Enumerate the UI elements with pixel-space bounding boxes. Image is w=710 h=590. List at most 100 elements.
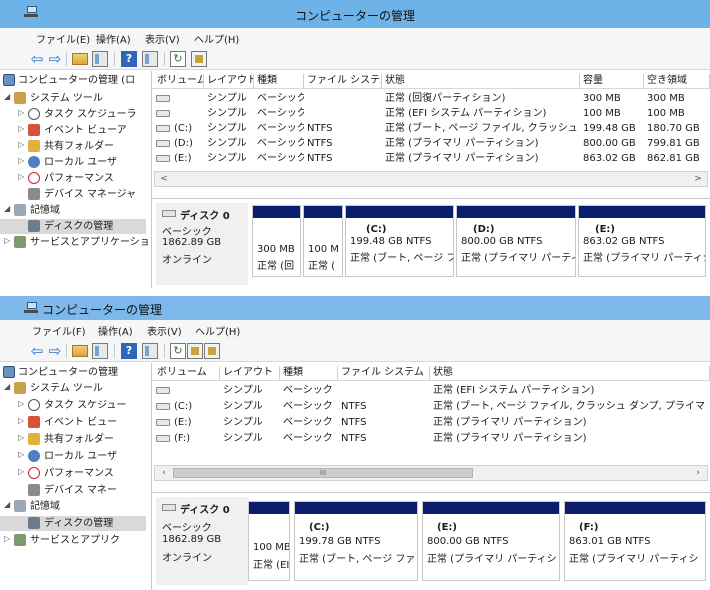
scroll-right-icon[interactable]: › xyxy=(691,466,705,480)
collapsed-arrow-icon[interactable]: ▷ xyxy=(4,236,12,245)
tree-item-storage[interactable]: ◢ 記憶域 xyxy=(0,499,151,514)
menu-view[interactable]: 表示(V) xyxy=(147,323,182,338)
partition-efi[interactable]: 100 MB 正常 (EI xyxy=(248,501,290,581)
tree-item-system-tools[interactable]: ◢ システム ツール xyxy=(0,91,151,106)
forward-arrow-icon[interactable]: ⇨ xyxy=(47,343,63,359)
scroll-right-icon[interactable]: > xyxy=(691,172,705,186)
partition-e[interactable]: (E:) 863.02 GB NTFS 正常 (プライマリ パーティシ xyxy=(578,205,706,277)
table-row[interactable]: シンプル ベーシック 正常 (回復パーティション) 300 MB 300 MB xyxy=(152,91,710,106)
tree-item-event-viewer[interactable]: ▷ イベント ビュー xyxy=(0,415,151,430)
settings-icon[interactable] xyxy=(204,343,220,359)
collapsed-arrow-icon[interactable]: ▷ xyxy=(18,124,26,133)
tree-item-task-scheduler[interactable]: ▷ タスク スケジューラ xyxy=(0,107,151,122)
column-header-volume[interactable]: ボリューム xyxy=(154,366,220,380)
column-header-volume[interactable]: ボリューム xyxy=(154,74,204,88)
expanded-arrow-icon[interactable]: ◢ xyxy=(4,204,12,213)
column-header-layout[interactable]: レイアウト xyxy=(204,74,254,88)
refresh-icon[interactable]: ↻ xyxy=(170,51,186,67)
up-folder-icon[interactable] xyxy=(72,53,88,65)
scroll-left-icon[interactable]: ‹ xyxy=(157,466,171,480)
back-arrow-icon[interactable]: ⇦ xyxy=(29,343,45,359)
partition-f[interactable]: (F:) 863.01 GB NTFS 正常 (プライマリ パーティシ xyxy=(564,501,706,581)
tree-item-services-apps[interactable]: ▷ サービスとアプリク xyxy=(0,533,151,548)
partition-e[interactable]: (E:) 800.00 GB NTFS 正常 (プライマリ パーティシ xyxy=(422,501,560,581)
expanded-arrow-icon[interactable]: ◢ xyxy=(4,500,12,509)
action-pane-icon[interactable] xyxy=(142,343,158,359)
forward-arrow-icon[interactable]: ⇨ xyxy=(47,51,63,67)
table-row[interactable]: (C:) シンプル ベーシック NTFS 正常 (ブート, ページ ファイル, … xyxy=(152,399,710,414)
action-pane-icon[interactable] xyxy=(142,51,158,67)
collapsed-arrow-icon[interactable]: ▷ xyxy=(18,433,26,442)
table-row[interactable]: シンプル ベーシック 正常 (EFI システム パーティション) 100 MB … xyxy=(152,106,710,121)
partition-c[interactable]: (C:) 199.48 GB NTFS 正常 (ブート, ページ フ xyxy=(345,205,454,277)
tree-item-event-viewer[interactable]: ▷ イベント ビューア xyxy=(0,123,151,138)
horizontal-scrollbar[interactable]: < > xyxy=(154,171,708,187)
back-arrow-icon[interactable]: ⇦ xyxy=(29,51,45,67)
menu-view[interactable]: 表示(V) xyxy=(145,31,180,46)
show-hide-tree-icon[interactable] xyxy=(92,51,108,67)
column-header-filesystem[interactable]: ファイル システム xyxy=(338,366,430,380)
tree-item-computer-management[interactable]: コンピューターの管理 (ロ xyxy=(0,73,151,88)
menu-file[interactable]: ファイル(F) xyxy=(32,323,86,338)
refresh-icon[interactable]: ↻ xyxy=(170,343,186,359)
partition-c[interactable]: (C:) 199.78 GB NTFS 正常 (ブート, ページ ファ xyxy=(294,501,418,581)
column-header-type[interactable]: 種類 xyxy=(280,366,338,380)
help-icon[interactable]: ? xyxy=(121,51,137,67)
show-hide-tree-icon[interactable] xyxy=(92,343,108,359)
collapsed-arrow-icon[interactable]: ▷ xyxy=(18,467,26,476)
collapsed-arrow-icon[interactable]: ▷ xyxy=(4,534,12,543)
menu-action[interactable]: 操作(A) xyxy=(96,31,131,46)
up-folder-icon[interactable] xyxy=(72,345,88,357)
properties-icon[interactable] xyxy=(191,51,207,67)
column-header-layout[interactable]: レイアウト xyxy=(220,366,280,380)
partition-recovery[interactable]: 300 MB 正常 (回 xyxy=(252,205,301,277)
collapsed-arrow-icon[interactable]: ▷ xyxy=(18,156,26,165)
collapsed-arrow-icon[interactable]: ▷ xyxy=(18,140,26,149)
disk-0-label[interactable]: ディスク 0 ベーシック 1862.89 GB オンライン xyxy=(156,497,248,585)
collapsed-arrow-icon[interactable]: ▷ xyxy=(18,172,26,181)
table-row[interactable]: (F:) シンプル ベーシック NTFS 正常 (プライマリ パーティション) xyxy=(152,431,710,446)
scroll-left-icon[interactable]: < xyxy=(157,172,171,186)
menu-help[interactable]: ヘルプ(H) xyxy=(194,31,239,46)
table-row[interactable]: (E:) シンプル ベーシック NTFS 正常 (プライマリ パーティション) … xyxy=(152,151,710,166)
partition-d[interactable]: (D:) 800.00 GB NTFS 正常 (プライマリ パーティシ xyxy=(456,205,576,277)
menu-file[interactable]: ファイル(E) xyxy=(36,31,90,46)
tree-item-computer-management[interactable]: コンピューターの管理 xyxy=(0,365,151,380)
horizontal-scrollbar[interactable]: ‹ III › xyxy=(154,465,708,481)
expanded-arrow-icon[interactable]: ◢ xyxy=(4,382,12,391)
table-row[interactable]: (C:) シンプル ベーシック NTFS 正常 (ブート, ページ ファイル, … xyxy=(152,121,710,136)
tree-item-device-manager[interactable]: デバイス マネージャ xyxy=(0,187,151,202)
table-row[interactable]: (D:) シンプル ベーシック NTFS 正常 (プライマリ パーティション) … xyxy=(152,136,710,151)
collapsed-arrow-icon[interactable]: ▷ xyxy=(18,399,26,408)
column-header-capacity[interactable]: 容量 xyxy=(580,74,644,88)
tree-item-disk-management[interactable]: ディスクの管理 xyxy=(0,219,146,234)
disk-0-label[interactable]: ディスク 0 ベーシック 1862.89 GB オンライン xyxy=(156,203,248,285)
tree-item-performance[interactable]: ▷ パフォーマンス xyxy=(0,171,151,186)
scrollbar-thumb[interactable]: III xyxy=(173,468,473,478)
column-header-free-space[interactable]: 空き領域 xyxy=(644,74,710,88)
collapsed-arrow-icon[interactable]: ▷ xyxy=(18,416,26,425)
help-icon[interactable]: ? xyxy=(121,343,137,359)
expanded-arrow-icon[interactable]: ◢ xyxy=(4,92,12,101)
tree-item-services-apps[interactable]: ▷ サービスとアプリケーション xyxy=(0,235,151,250)
properties-icon[interactable] xyxy=(187,343,203,359)
tree-item-shared-folders[interactable]: ▷ 共有フォルダー xyxy=(0,432,151,447)
column-header-status[interactable]: 状態 xyxy=(382,74,580,88)
table-row[interactable]: シンプル ベーシック 正常 (EFI システム パーティション) xyxy=(152,383,710,398)
tree-item-local-users[interactable]: ▷ ローカル ユーザ xyxy=(0,155,151,170)
menu-action[interactable]: 操作(A) xyxy=(98,323,133,338)
table-row[interactable]: (E:) シンプル ベーシック NTFS 正常 (プライマリ パーティション) xyxy=(152,415,710,430)
collapsed-arrow-icon[interactable]: ▷ xyxy=(18,450,26,459)
collapsed-arrow-icon[interactable]: ▷ xyxy=(18,108,26,117)
menu-help[interactable]: ヘルプ(H) xyxy=(195,323,240,338)
column-header-filesystem[interactable]: ファイル システム xyxy=(304,74,382,88)
tree-item-disk-management[interactable]: ディスクの管理 xyxy=(0,516,146,531)
tree-item-task-scheduler[interactable]: ▷ タスク スケジュー xyxy=(0,398,151,413)
tree-item-local-users[interactable]: ▷ ローカル ユーザ xyxy=(0,449,151,464)
column-header-status[interactable]: 状態 xyxy=(430,366,710,380)
partition-efi[interactable]: 100 M 正常 ( xyxy=(303,205,343,277)
tree-item-system-tools[interactable]: ◢ システム ツール xyxy=(0,381,151,396)
tree-item-storage[interactable]: ◢ 記憶域 xyxy=(0,203,151,218)
tree-item-shared-folders[interactable]: ▷ 共有フォルダー xyxy=(0,139,151,154)
tree-item-performance[interactable]: ▷ パフォーマンス xyxy=(0,466,151,481)
